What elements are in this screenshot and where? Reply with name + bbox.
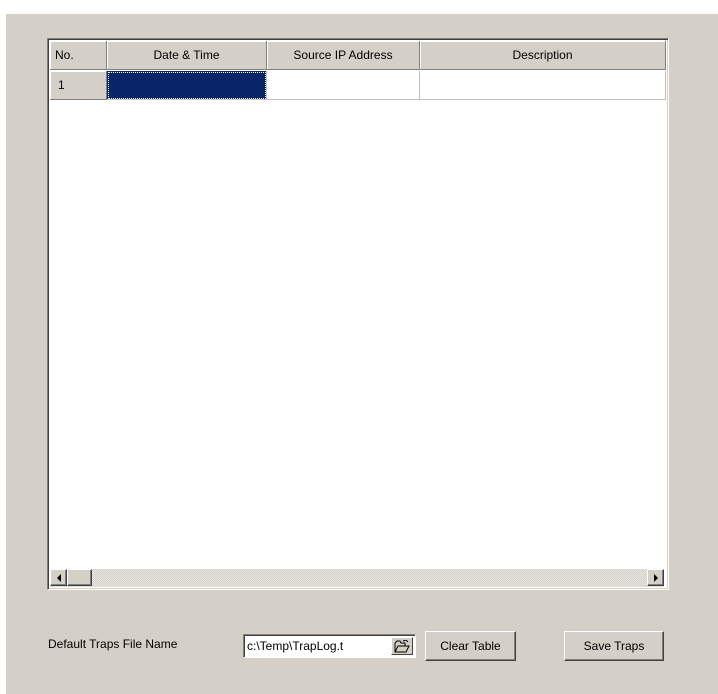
cell-source-ip[interactable] bbox=[267, 71, 420, 100]
column-header-date-time[interactable]: Date & Time bbox=[107, 41, 267, 70]
horizontal-scrollbar[interactable] bbox=[50, 569, 664, 587]
save-traps-button[interactable]: Save Traps bbox=[564, 631, 664, 661]
row-number[interactable]: 1 bbox=[50, 71, 107, 100]
clear-table-button[interactable]: Clear Table bbox=[425, 631, 516, 661]
cell-description[interactable] bbox=[420, 71, 666, 100]
table-row[interactable]: 1 bbox=[50, 71, 666, 100]
arrow-left-icon bbox=[56, 573, 61, 582]
scroll-right-button[interactable] bbox=[647, 569, 664, 586]
file-name-value[interactable]: c:\Temp\TrapLog.t bbox=[244, 639, 379, 653]
column-header-source-ip[interactable]: Source IP Address bbox=[267, 41, 420, 70]
scroll-thumb[interactable] bbox=[67, 569, 92, 586]
column-header-no[interactable]: No. bbox=[50, 41, 107, 70]
file-name-input[interactable]: c:\Temp\TrapLog.t bbox=[243, 634, 416, 658]
browse-button[interactable] bbox=[391, 637, 413, 655]
column-header-description[interactable]: Description bbox=[420, 41, 666, 70]
traps-table[interactable]: No. Date & Time Source IP Address Descri… bbox=[47, 38, 669, 590]
table-header: No. Date & Time Source IP Address Descri… bbox=[50, 41, 666, 70]
open-folder-icon bbox=[394, 639, 410, 652]
trap-log-panel: No. Date & Time Source IP Address Descri… bbox=[6, 14, 718, 694]
cell-date-time[interactable] bbox=[107, 71, 267, 100]
file-name-label: Default Traps File Name bbox=[48, 637, 178, 651]
arrow-right-icon bbox=[653, 573, 658, 582]
scroll-left-button[interactable] bbox=[50, 569, 67, 586]
